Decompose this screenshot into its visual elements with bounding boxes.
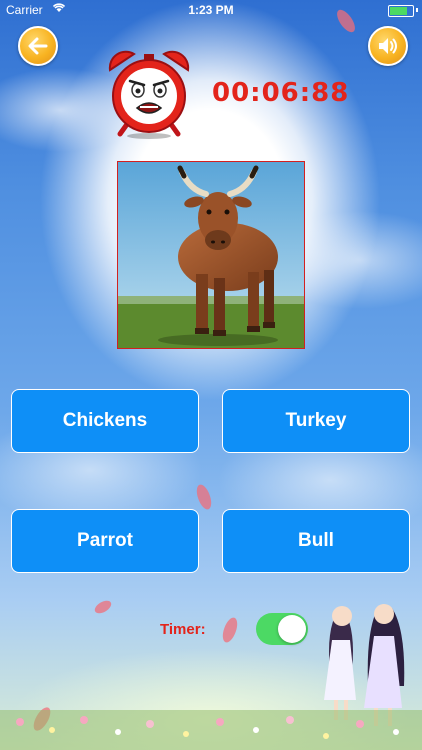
petal-decoration — [219, 615, 241, 645]
petal-decoration — [193, 482, 215, 512]
answer-button-bull[interactable]: Bull — [222, 509, 410, 573]
timer-label: Timer: — [160, 621, 206, 638]
speaker-icon — [379, 38, 397, 54]
countdown-timer: 00:06:88 — [212, 78, 350, 108]
alarm-clock-icon — [108, 50, 190, 139]
petal-decoration — [92, 598, 114, 616]
back-button[interactable] — [18, 26, 58, 66]
timer-toggle[interactable] — [256, 613, 308, 645]
battery-tip — [416, 8, 418, 12]
flower-field-decoration — [0, 710, 422, 750]
answer-button-chickens[interactable]: Chickens — [11, 389, 199, 453]
answer-button-parrot[interactable]: Parrot — [11, 509, 199, 573]
bull-photo — [118, 162, 304, 348]
battery-icon — [388, 5, 414, 17]
back-arrow-icon — [28, 37, 48, 55]
status-bar: Carrier 1:23 PM — [0, 0, 422, 20]
animal-image — [117, 161, 305, 349]
sound-button[interactable] — [368, 26, 408, 66]
toggle-knob — [278, 615, 306, 643]
battery-fill — [390, 7, 407, 15]
answer-button-turkey[interactable]: Turkey — [222, 389, 410, 453]
clock-time: 1:23 PM — [188, 3, 234, 17]
